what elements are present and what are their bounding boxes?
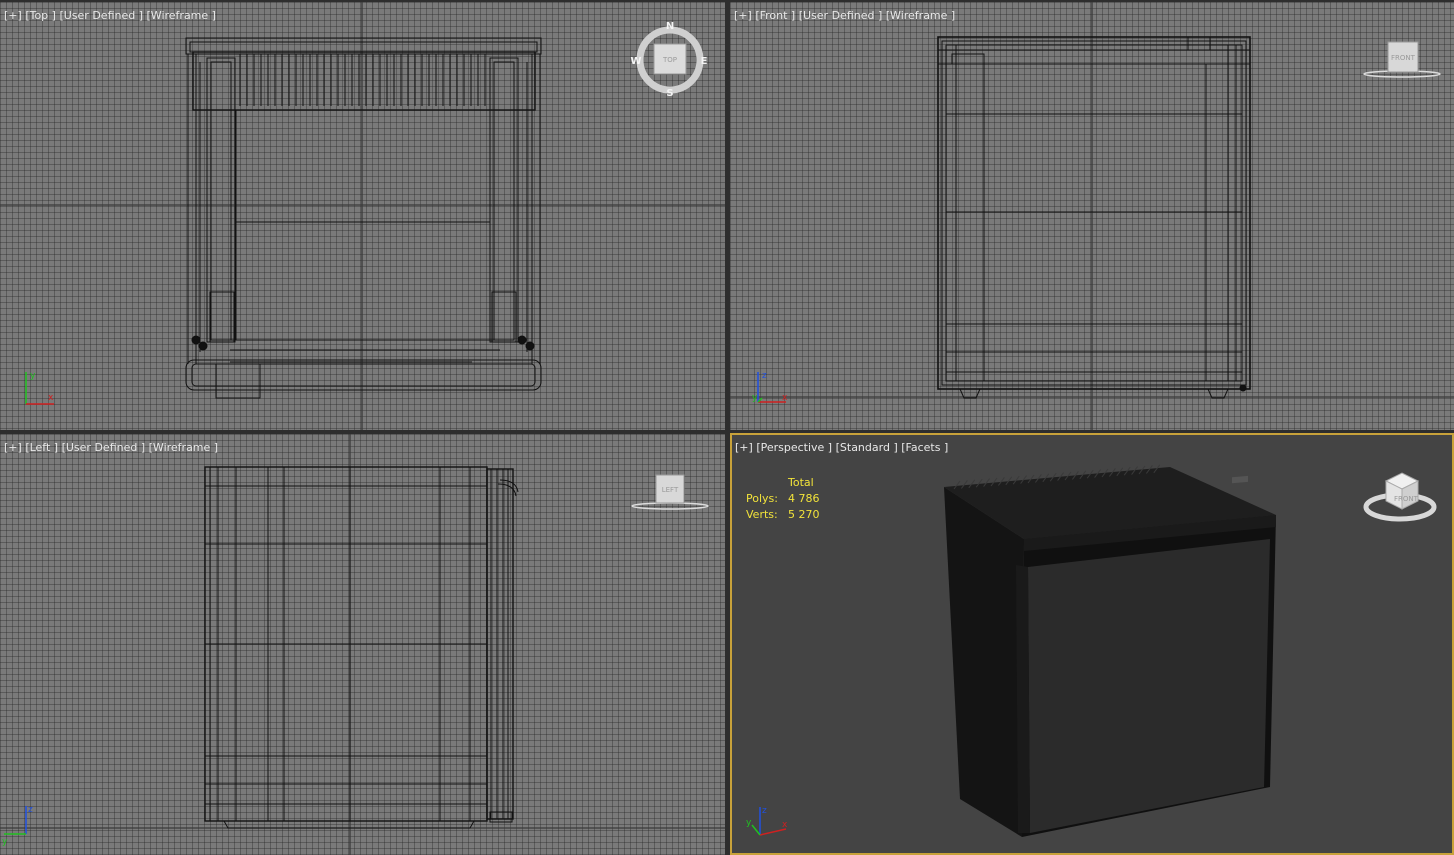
axis-z-label: z (28, 805, 33, 815)
wireframe-front-view (730, 2, 1454, 430)
wireframe-top-view (0, 2, 725, 430)
fridge-model-render (944, 464, 1276, 837)
axis-x-label: x (782, 820, 788, 830)
viewport-top[interactable]: [+] [Top ] [User Defined ] [Wireframe ] (0, 2, 725, 430)
viewport-front[interactable]: [+] [Front ] [User Defined ] [Wireframe … (730, 2, 1454, 430)
viewport-left[interactable]: [+] [Left ] [User Defined ] [Wireframe ] (0, 434, 725, 855)
axis-z-label: z (762, 806, 767, 816)
viewcube-top[interactable]: TOP N S E W (630, 20, 710, 100)
axis-tripod-icon: y x (25, 371, 54, 405)
viewcube-perspective[interactable]: FRONT (1362, 467, 1442, 527)
compass-north: N (666, 21, 674, 32)
compass-west: W (630, 56, 641, 67)
axis-tripod-icon: z y x (752, 371, 788, 403)
axis-y-label: y (2, 837, 8, 847)
viewcube-left[interactable]: LEFT (630, 472, 720, 522)
axis-x-label: x (782, 393, 788, 403)
viewcube-face-label: LEFT (662, 486, 679, 494)
axis-x-label: x (48, 393, 54, 403)
axis-y-label: y (752, 393, 758, 403)
axis-y-label: y (746, 818, 752, 828)
viewcube-face-label: TOP (662, 56, 677, 64)
axis-z-label: z (762, 371, 767, 381)
axis-y-label: y (30, 371, 36, 381)
wireframe-left-view (0, 434, 725, 855)
compass-east: E (701, 56, 708, 67)
viewcube-front[interactable]: FRONT (1360, 38, 1450, 88)
viewport-perspective[interactable]: [+] [Perspective ] [Standard ] [Facets ]… (730, 433, 1454, 855)
compass-south: S (666, 88, 673, 99)
axis-tripod-icon: z x y (746, 806, 788, 836)
viewcube-face-label: FRONT (1391, 54, 1416, 62)
axis-tripod-icon: z y (2, 805, 33, 847)
viewcube-face-label: FRONT (1394, 495, 1419, 503)
